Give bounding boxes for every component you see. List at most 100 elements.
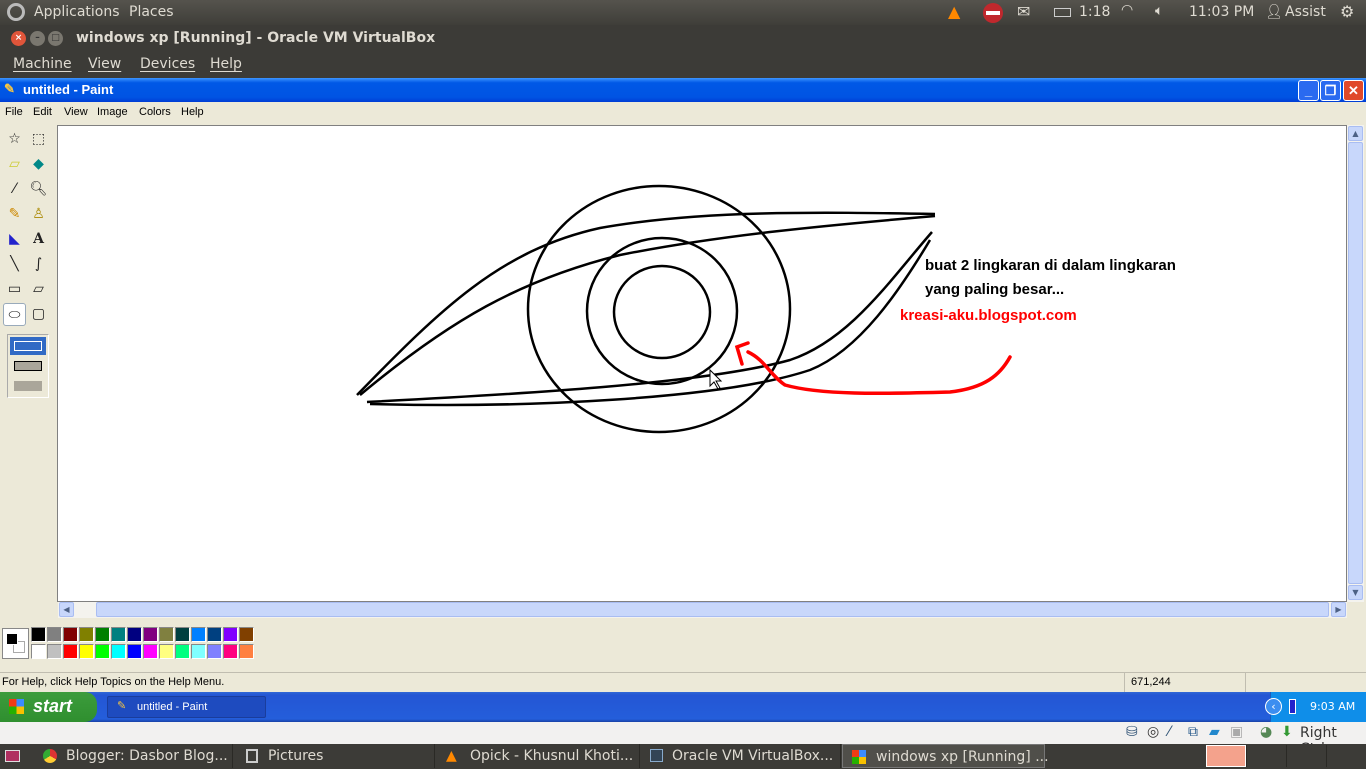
color-swatch[interactable] [175, 627, 190, 642]
scroll-left-button[interactable]: ◀ [59, 602, 74, 617]
color-swatch[interactable] [63, 627, 78, 642]
ellipse-tool[interactable]: ⬭ [3, 303, 26, 326]
rounded-rectangle-tool[interactable]: ▢ [27, 303, 50, 326]
host-key-icon[interactable]: ⬇ [1281, 724, 1293, 740]
fill-only-option[interactable] [14, 381, 42, 391]
battery-icon[interactable] [1054, 8, 1071, 17]
fill-tool[interactable]: ◆ [27, 153, 50, 176]
taskbar-item-paint[interactable]: ✎ untitled - Paint [107, 696, 266, 718]
color-swatch[interactable] [127, 627, 142, 642]
user-icon[interactable]: 👤︎ [1265, 4, 1283, 20]
color-swatch[interactable] [143, 627, 158, 642]
minimize-button[interactable]: – [30, 31, 45, 46]
pencil-tool[interactable]: ✎ [3, 203, 26, 226]
color-swatch[interactable] [143, 644, 158, 659]
color-swatch[interactable] [47, 644, 62, 659]
cd-icon[interactable]: ◎ [1147, 724, 1159, 740]
scroll-up-button[interactable]: ▲ [1348, 126, 1363, 141]
outline-fill-option[interactable] [14, 361, 42, 371]
airbrush-tool[interactable]: ◣ [3, 228, 26, 251]
color-swatch[interactable] [79, 627, 94, 642]
menu-file[interactable]: File [5, 106, 23, 118]
color-swatch[interactable] [159, 627, 174, 642]
network-icon[interactable]: ⧉ [1188, 724, 1198, 740]
horizontal-scroll-thumb[interactable] [96, 602, 1329, 617]
free-select-tool[interactable]: ☆ [3, 128, 26, 151]
text-tool[interactable]: A [27, 228, 50, 251]
applications-menu[interactable]: Applications [34, 4, 120, 20]
color-swatch[interactable] [63, 644, 78, 659]
color-swatch[interactable] [191, 627, 206, 642]
close-button[interactable]: × [11, 31, 26, 46]
battery-icon[interactable] [1289, 699, 1296, 714]
curve-tool[interactable]: ∫ [27, 253, 50, 276]
scroll-down-button[interactable]: ▼ [1348, 585, 1363, 600]
task-pictures[interactable]: Pictures [234, 744, 435, 768]
restore-button[interactable]: ❐ [1320, 80, 1341, 101]
rectangle-tool[interactable]: ▭ [3, 278, 26, 301]
workspace-1[interactable] [1206, 745, 1246, 767]
color-swatch[interactable] [47, 627, 62, 642]
vlc-icon[interactable]: ▲ [948, 2, 960, 21]
foreground-color[interactable] [6, 633, 18, 645]
color-swatch[interactable] [127, 644, 142, 659]
color-swatch[interactable] [207, 627, 222, 642]
places-menu[interactable]: Places [129, 4, 174, 20]
mail-icon[interactable]: ✉ [1017, 2, 1030, 21]
task-virtualbox[interactable]: Oracle VM VirtualBox... [641, 744, 841, 768]
color-swatch[interactable] [223, 627, 238, 642]
task-opick[interactable]: Opick - Khusnul Khoti... ▲ [436, 744, 640, 768]
menu-help[interactable]: Help [210, 56, 242, 72]
power-icon[interactable]: ⚙ [1340, 2, 1354, 21]
menu-help[interactable]: Help [181, 106, 204, 118]
menu-edit[interactable]: Edit [33, 106, 52, 118]
menu-image[interactable]: Image [97, 106, 128, 118]
task-blogger[interactable]: Blogger: Dasbor Blog... [26, 744, 233, 768]
workspace-switcher[interactable] [1206, 745, 1366, 767]
scroll-right-button[interactable]: ▶ [1331, 602, 1346, 617]
color-swatch[interactable] [159, 644, 174, 659]
color-swatch[interactable] [111, 644, 126, 659]
menu-view[interactable]: View [88, 56, 121, 72]
tray-expand-icon[interactable]: ‹ [1265, 698, 1282, 715]
line-tool[interactable]: ╲ [3, 253, 26, 276]
minimize-button[interactable]: _ [1298, 80, 1319, 101]
color-swatch[interactable] [111, 627, 126, 642]
menu-view[interactable]: View [64, 106, 88, 118]
color-swatch[interactable] [79, 644, 94, 659]
maximize-button[interactable]: □ [48, 31, 63, 46]
color-swatch[interactable] [191, 644, 206, 659]
color-swatch[interactable] [95, 627, 110, 642]
menu-machine[interactable]: Machine [13, 56, 72, 72]
workspace-3[interactable] [1286, 745, 1326, 767]
workspace-2[interactable] [1246, 745, 1286, 767]
vertical-scroll-thumb[interactable] [1348, 142, 1363, 584]
horizontal-scrollbar[interactable]: ◀ ▶ [58, 602, 1347, 618]
wifi-icon[interactable]: ◠ [1121, 2, 1133, 18]
shared-folder-icon[interactable]: ▰ [1209, 724, 1220, 740]
task-windows-xp[interactable]: windows xp [Running] ... [842, 744, 1049, 768]
ubuntu-logo-icon[interactable] [7, 3, 25, 21]
xp-clock[interactable]: 9:03 AM [1310, 700, 1355, 713]
stop-icon[interactable] [983, 3, 1003, 23]
color-swatch[interactable] [239, 627, 254, 642]
color-swatch[interactable] [223, 644, 238, 659]
virtualization-icon[interactable]: ▣ [1230, 724, 1243, 740]
polygon-tool[interactable]: ▱ [27, 278, 50, 301]
color-swatch[interactable] [239, 644, 254, 659]
volume-icon[interactable]: 🔈︎ [1155, 3, 1163, 19]
workspace-4[interactable] [1326, 745, 1366, 767]
color-swatch[interactable] [95, 644, 110, 659]
mouse-integration-icon[interactable]: ◕ [1260, 724, 1272, 740]
close-button[interactable]: ✕ [1343, 80, 1364, 101]
clock[interactable]: 11:03 PM [1189, 4, 1254, 20]
menu-colors[interactable]: Colors [139, 106, 171, 118]
drawing-canvas[interactable]: buat 2 lingkaran di dalam lingkaran yang… [58, 126, 1346, 601]
color-swatch[interactable] [175, 644, 190, 659]
brush-tool[interactable]: ♙ [27, 203, 50, 226]
menu-devices[interactable]: Devices [140, 56, 195, 72]
magnifier-tool[interactable]: 🔍︎ [27, 178, 50, 201]
vertical-scrollbar[interactable]: ▲ ▼ [1347, 125, 1364, 602]
usb-icon[interactable]: ⁄ [1168, 724, 1170, 740]
outline-option[interactable] [10, 337, 46, 355]
